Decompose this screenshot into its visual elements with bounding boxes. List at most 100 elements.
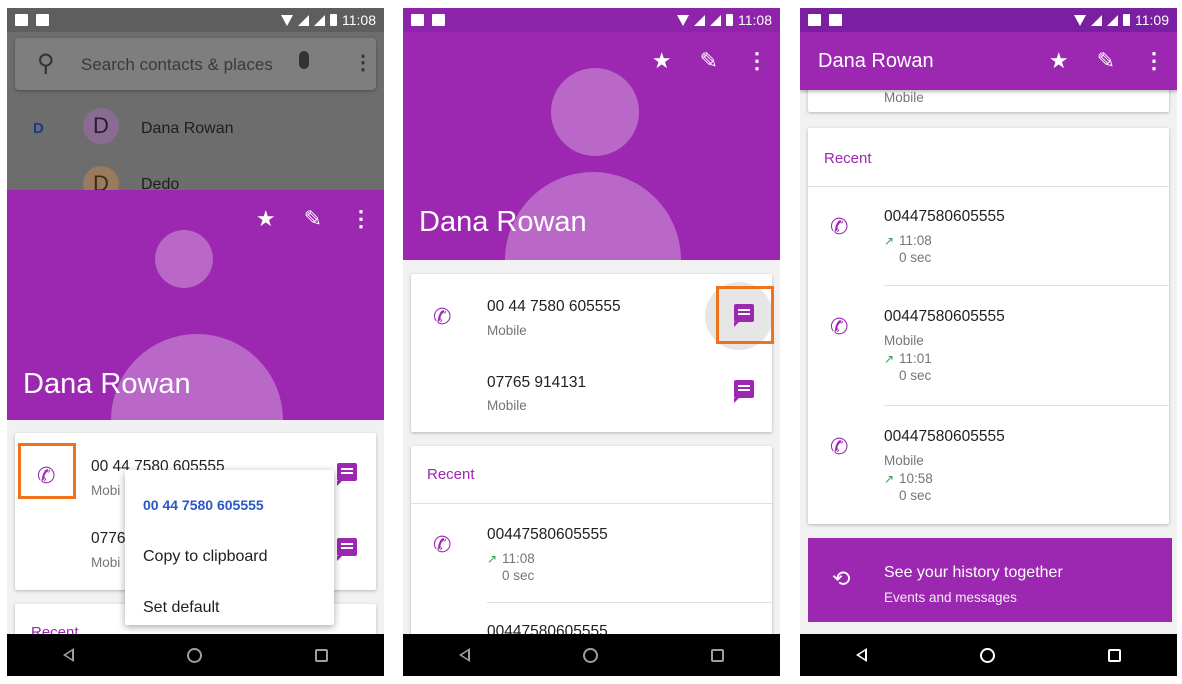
- history-title: See your history together: [884, 564, 1063, 581]
- home-icon[interactable]: [186, 647, 202, 663]
- star-icon[interactable]: ★: [256, 206, 276, 232]
- divider: [884, 405, 1169, 406]
- header-actions: ★ ✎ ⋮: [1049, 48, 1165, 74]
- phone-type: Mobile: [884, 90, 924, 105]
- search-icon: ⚲: [37, 50, 55, 77]
- gmail-notification-icon: [411, 14, 424, 26]
- wifi-icon: [677, 14, 689, 26]
- call-icon[interactable]: ✆: [433, 304, 451, 330]
- status-time: 11:08: [342, 12, 376, 28]
- recent-card: Recent ✆ 00447580605555 ↗ 11:08 0 sec 00…: [411, 446, 772, 646]
- toolbar: Dana Rowan ★ ✎ ⋮: [800, 32, 1177, 90]
- message-icon[interactable]: [337, 463, 357, 486]
- header-actions: ★ ✎ ⋮: [652, 48, 768, 74]
- contact-name: Dana Rowan: [419, 206, 587, 238]
- recent-duration: 0 sec: [899, 368, 932, 383]
- recent-number[interactable]: 00447580605555: [884, 208, 1005, 226]
- signal-icon: [1091, 14, 1102, 26]
- recent-number[interactable]: 00447580605555: [884, 428, 1005, 446]
- home-icon[interactable]: [582, 647, 598, 663]
- recent-time: 11:01: [899, 351, 932, 366]
- phone-number[interactable]: 07765 914131: [487, 374, 586, 392]
- edit-icon[interactable]: ✎: [700, 48, 718, 74]
- mic-icon[interactable]: [299, 51, 309, 69]
- gmail-notification-icon: [808, 14, 821, 26]
- phone-type: Mobi: [91, 483, 121, 498]
- history-icon: ⟲: [832, 566, 851, 591]
- message-icon[interactable]: [337, 538, 357, 561]
- context-menu: 00 44 7580 605555 Copy to clipboard Set …: [125, 470, 334, 625]
- phone-screen-2: 11:08 ★ ✎ ⋮ Dana Rowan ✆ 00 44 7580 6055…: [403, 8, 780, 676]
- message-icon[interactable]: [734, 380, 754, 403]
- list-item[interactable]: D: [83, 108, 119, 144]
- recent-duration: 0 sec: [502, 568, 535, 583]
- signal-icon-2: [1107, 14, 1118, 26]
- recent-number[interactable]: 00447580605555: [487, 526, 608, 544]
- outgoing-arrow-icon: ↗: [884, 472, 895, 486]
- star-icon[interactable]: ★: [1049, 48, 1069, 74]
- call-icon[interactable]: ✆: [830, 434, 848, 460]
- highlight-box: [716, 286, 774, 344]
- more-options-icon[interactable]: ⋮: [350, 206, 372, 232]
- phone-number[interactable]: 00 44 7580 605555: [487, 298, 621, 316]
- recent-type: Mobile: [884, 333, 924, 348]
- wifi-icon: [1074, 14, 1086, 26]
- home-icon[interactable]: [979, 647, 995, 663]
- status-bar: 11:08: [403, 8, 780, 32]
- navigation-bar: [7, 634, 384, 676]
- call-icon[interactable]: ✆: [830, 214, 848, 240]
- recent-card: Recent ✆ 00447580605555 ↗ 11:08 0 sec ✆ …: [808, 128, 1169, 524]
- signal-icon: [298, 14, 309, 26]
- recent-duration: 0 sec: [899, 250, 932, 265]
- back-icon[interactable]: [856, 648, 868, 662]
- recent-duration: 0 sec: [899, 488, 932, 503]
- list-item-name[interactable]: Dana Rowan: [141, 120, 234, 138]
- call-icon[interactable]: ✆: [433, 532, 451, 558]
- divider: [884, 285, 1169, 286]
- battery-icon: [726, 14, 733, 26]
- menu-item-copy[interactable]: Copy to clipboard: [143, 548, 268, 566]
- edit-icon[interactable]: ✎: [1097, 48, 1115, 74]
- recent-label: Recent: [824, 150, 872, 167]
- recent-label: Recent: [427, 466, 475, 483]
- status-time: 11:09: [1135, 12, 1169, 28]
- edit-icon[interactable]: ✎: [304, 206, 322, 232]
- phone-screen-1: 11:08 ⚲ Search contacts & places ⋮ D D D…: [7, 8, 384, 676]
- history-card[interactable]: ⟲ See your history together Events and m…: [808, 538, 1172, 622]
- avatar-initial: D: [93, 113, 109, 138]
- phone-numbers-card: ✆ 00 44 7580 605555 Mobile 07765 914131 …: [411, 274, 774, 432]
- outgoing-arrow-icon: ↗: [884, 352, 895, 366]
- status-time: 11:08: [738, 12, 772, 28]
- recent-time: 11:08: [502, 551, 535, 566]
- recent-number[interactable]: 00447580605555: [884, 308, 1005, 326]
- header-actions: ★ ✎ ⋮: [256, 206, 372, 232]
- phone-number[interactable]: 0776: [91, 530, 125, 548]
- recent-time: 10:58: [899, 471, 933, 486]
- divider: [487, 602, 772, 603]
- recent-apps-icon[interactable]: [314, 648, 328, 662]
- recent-apps-icon[interactable]: [1107, 648, 1121, 662]
- toolbar-title: Dana Rowan: [818, 50, 934, 72]
- phone-type: Mobile: [487, 398, 527, 413]
- highlight-box: [18, 443, 76, 499]
- signal-icon-2: [314, 14, 325, 26]
- recent-apps-icon[interactable]: [710, 648, 724, 662]
- image-notification-icon: [829, 14, 842, 26]
- more-options-icon[interactable]: ⋮: [353, 50, 373, 75]
- battery-icon: [330, 14, 337, 26]
- menu-item-set-default[interactable]: Set default: [143, 599, 220, 617]
- contact-header: ★ ✎ ⋮ Dana Rowan: [403, 32, 780, 260]
- navigation-bar: [800, 634, 1177, 676]
- context-menu-title: 00 44 7580 605555: [143, 497, 264, 513]
- search-bar[interactable]: ⚲ Search contacts & places ⋮: [15, 38, 376, 90]
- star-icon[interactable]: ★: [652, 48, 672, 74]
- more-options-icon[interactable]: ⋮: [746, 48, 768, 74]
- image-notification-icon: [432, 14, 445, 26]
- back-icon[interactable]: [63, 648, 75, 662]
- search-input[interactable]: Search contacts & places: [81, 55, 273, 75]
- back-icon[interactable]: [459, 648, 471, 662]
- more-options-icon[interactable]: ⋮: [1143, 48, 1165, 74]
- image-notification-icon: [36, 14, 49, 26]
- call-icon[interactable]: ✆: [830, 314, 848, 340]
- signal-icon-2: [710, 14, 721, 26]
